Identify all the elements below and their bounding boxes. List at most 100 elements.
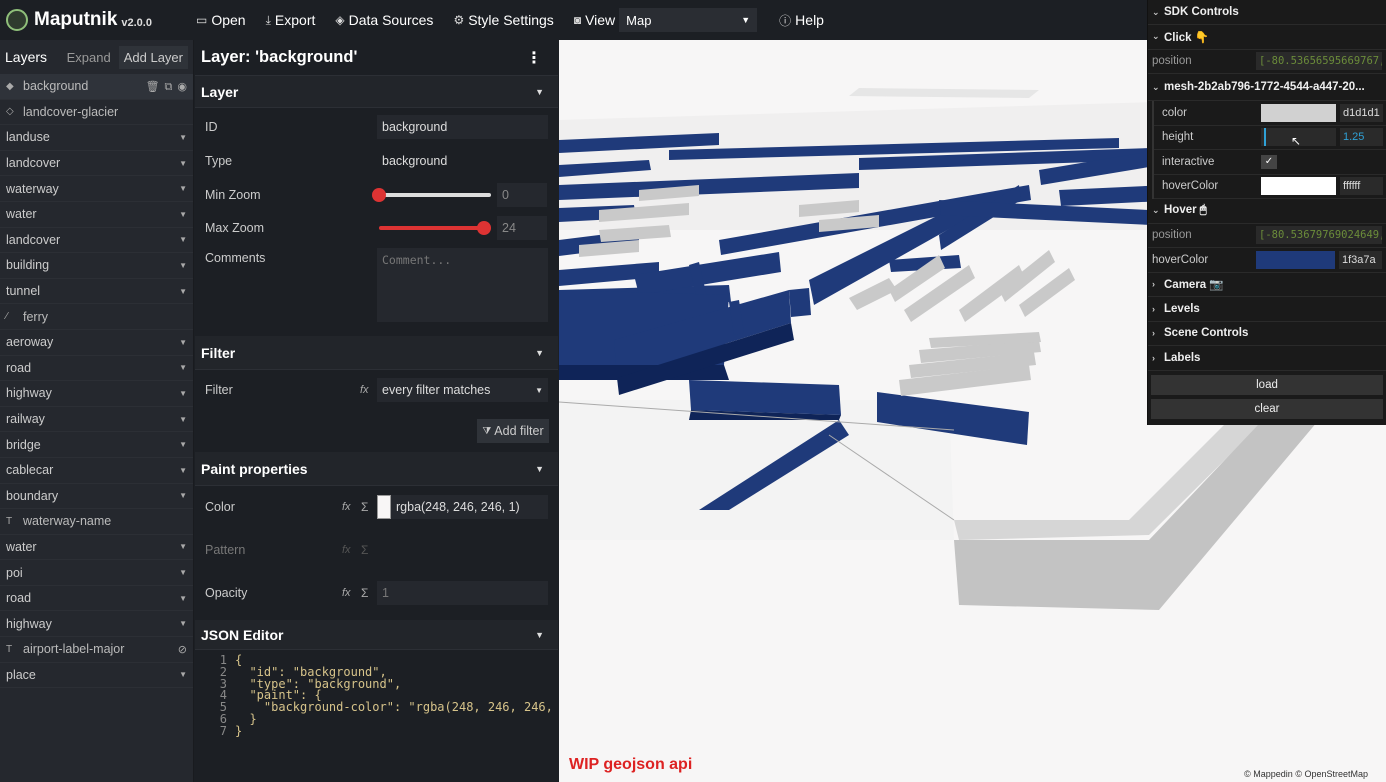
chevron-down-icon[interactable]: ▼ xyxy=(179,184,187,193)
chevron-down-icon[interactable]: ▼ xyxy=(179,440,187,449)
labels-folder-header[interactable]: › Labels xyxy=(1148,346,1386,371)
chevron-down-icon[interactable]: ▼ xyxy=(179,619,187,628)
chevron-down-icon[interactable]: ▼ xyxy=(179,287,187,296)
json-editor[interactable]: 1{2 "id": "background", 3 "type": "backgr… xyxy=(195,650,558,738)
color-input[interactable]: rgba(248, 246, 246, 1) xyxy=(391,495,548,519)
chevron-down-icon[interactable]: ▼ xyxy=(179,415,187,424)
chevron-down-icon[interactable]: ▼ xyxy=(179,466,187,475)
layer-group[interactable]: highway ▼ xyxy=(0,611,193,638)
eye-icon[interactable]: ◉ xyxy=(177,81,187,93)
layer-section-header[interactable]: Layer ▼ xyxy=(195,76,558,108)
layer-group[interactable]: highway ▼ xyxy=(0,381,193,407)
layer-item[interactable]: Twaterway-name xyxy=(0,509,193,535)
layer-group[interactable]: road ▼ xyxy=(0,356,193,382)
minzoom-input[interactable]: 0 xyxy=(497,182,547,207)
id-input[interactable]: background xyxy=(377,115,548,139)
maxzoom-slider[interactable] xyxy=(379,220,491,235)
color-swatch[interactable] xyxy=(377,495,391,519)
chevron-down-icon[interactable]: ▼ xyxy=(179,594,187,603)
mesh-interactive-checkbox[interactable]: ✓ xyxy=(1261,154,1277,169)
layer-item[interactable]: ∕ ferry xyxy=(0,304,193,330)
load-button[interactable]: load xyxy=(1151,374,1383,395)
filter-section-header[interactable]: Filter ▼ xyxy=(195,336,558,370)
mesh-height-value[interactable]: 1.25 xyxy=(1340,128,1383,147)
paint-section-header[interactable]: Paint properties ▼ xyxy=(195,452,558,486)
chevron-down-icon[interactable]: ▼ xyxy=(179,568,187,577)
chevron-down-icon[interactable]: ▼ xyxy=(179,670,187,679)
view-select[interactable]: Map ▼ xyxy=(619,8,758,32)
sdk-controls-header[interactable]: ⌄ SDK Controls xyxy=(1148,0,1386,25)
comments-textarea[interactable]: Comment... xyxy=(377,248,548,322)
open-button[interactable]: ▭ Open xyxy=(196,12,246,28)
mesh-hovercolor-swatch[interactable] xyxy=(1261,177,1336,196)
layer-group[interactable]: landuse ▼ xyxy=(0,125,193,151)
layer-group[interactable]: water ▼ xyxy=(0,202,193,228)
eye-off-icon[interactable]: ⊘ xyxy=(178,643,187,656)
layer-group[interactable]: landcover ▼ xyxy=(0,151,193,177)
levels-folder-header[interactable]: › Levels xyxy=(1148,297,1386,322)
copy-icon[interactable]: ⧉ xyxy=(165,81,173,93)
layer-group[interactable]: landcover ▼ xyxy=(0,228,193,254)
click-folder-header[interactable]: ⌄ Click 👇 xyxy=(1148,25,1386,50)
click-position-value[interactable]: [-80.53656595669767,4 xyxy=(1256,52,1382,71)
minzoom-slider[interactable] xyxy=(372,187,491,202)
help-button[interactable]: ⓘ Help xyxy=(779,12,824,29)
chevron-down-icon[interactable]: ▼ xyxy=(179,210,187,219)
chevron-down-icon[interactable]: ▼ xyxy=(179,261,187,270)
layer-item[interactable]: ◇ landcover-glacier xyxy=(0,100,193,126)
layer-group[interactable]: building ▼ xyxy=(0,253,193,279)
mesh-folder-header[interactable]: ⌄ mesh-2b2ab796-1772-4544-a447-20... xyxy=(1148,74,1386,101)
export-button[interactable]: ⤓ Export xyxy=(266,12,316,28)
layer-item[interactable]: ◆ background 🗑 ⧉ ◉ xyxy=(0,74,193,100)
hover-position-value[interactable]: [-80.53679769024649,4 xyxy=(1256,226,1382,245)
layer-group[interactable]: cablecar ▼ xyxy=(0,458,193,484)
clear-button[interactable]: clear xyxy=(1151,398,1383,419)
layer-group[interactable]: aeroway ▼ xyxy=(0,330,193,356)
add-layer-button[interactable]: Add Layer xyxy=(118,45,188,69)
sigma-icon[interactable]: Σ xyxy=(361,586,368,600)
hover-folder-header[interactable]: ⌄ Hover 🖱 xyxy=(1148,199,1386,224)
layer-group[interactable]: poi ▼ xyxy=(0,560,193,586)
hover-hovercolor-swatch[interactable] xyxy=(1256,250,1335,269)
filter-select[interactable]: every filter matches ▼ xyxy=(377,378,548,402)
map-attribution[interactable]: © Mappedin © OpenStreetMap xyxy=(1244,769,1368,779)
chevron-down-icon[interactable]: ▼ xyxy=(179,363,187,372)
function-icon[interactable]: fx xyxy=(342,587,351,599)
chevron-down-icon[interactable]: ▼ xyxy=(179,159,187,168)
json-section-header[interactable]: JSON Editor ▼ xyxy=(195,620,558,650)
chevron-down-icon[interactable]: ▼ xyxy=(179,389,187,398)
more-menu-icon[interactable]: ⋮ xyxy=(526,48,542,68)
mesh-hovercolor-value[interactable]: ffffff xyxy=(1340,177,1383,196)
chevron-down-icon[interactable]: ▼ xyxy=(179,338,187,347)
layer-group[interactable]: waterway ▼ xyxy=(0,176,193,202)
sigma-icon[interactable]: Σ xyxy=(361,500,368,514)
layer-group[interactable]: railway ▼ xyxy=(0,407,193,433)
data-sources-button[interactable]: ◈ Data Sources xyxy=(335,12,433,28)
layer-group[interactable]: road ▼ xyxy=(0,586,193,612)
scene-controls-folder-header[interactable]: › Scene Controls xyxy=(1148,322,1386,346)
hover-hovercolor-value[interactable]: 1f3a7a xyxy=(1339,250,1382,269)
layer-item[interactable]: Tairport-label-major ⊘ xyxy=(0,637,193,663)
function-icon[interactable]: fx xyxy=(342,501,351,513)
trash-icon[interactable]: 🗑 xyxy=(146,81,160,93)
function-icon[interactable]: fx xyxy=(360,384,369,396)
mesh-color-value[interactable]: d1d1d1 xyxy=(1340,103,1383,122)
maxzoom-slider-knob[interactable] xyxy=(477,220,491,235)
style-settings-button[interactable]: ⚙ Style Settings xyxy=(453,12,553,28)
maxzoom-input[interactable]: 24 xyxy=(497,215,547,240)
layer-group[interactable]: tunnel ▼ xyxy=(0,279,193,305)
chevron-down-icon[interactable]: ▼ xyxy=(179,491,187,500)
add-filter-button[interactable]: ⧩ Add filter xyxy=(477,419,549,443)
minzoom-slider-knob[interactable] xyxy=(372,187,386,202)
layer-group[interactable]: water ▼ xyxy=(0,535,193,561)
chevron-down-icon[interactable]: ▼ xyxy=(179,542,187,551)
mesh-color-swatch[interactable] xyxy=(1261,103,1336,122)
chevron-down-icon[interactable]: ▼ xyxy=(179,133,187,142)
camera-folder-header[interactable]: › Camera 📷 xyxy=(1148,273,1386,297)
chevron-down-icon[interactable]: ▼ xyxy=(179,235,187,244)
expand-button[interactable]: Expand xyxy=(67,50,111,65)
opacity-input[interactable]: 1 xyxy=(377,581,548,605)
layer-group[interactable]: boundary ▼ xyxy=(0,484,193,510)
layer-group[interactable]: bridge ▼ xyxy=(0,432,193,458)
layer-group[interactable]: place ▼ xyxy=(0,663,193,689)
